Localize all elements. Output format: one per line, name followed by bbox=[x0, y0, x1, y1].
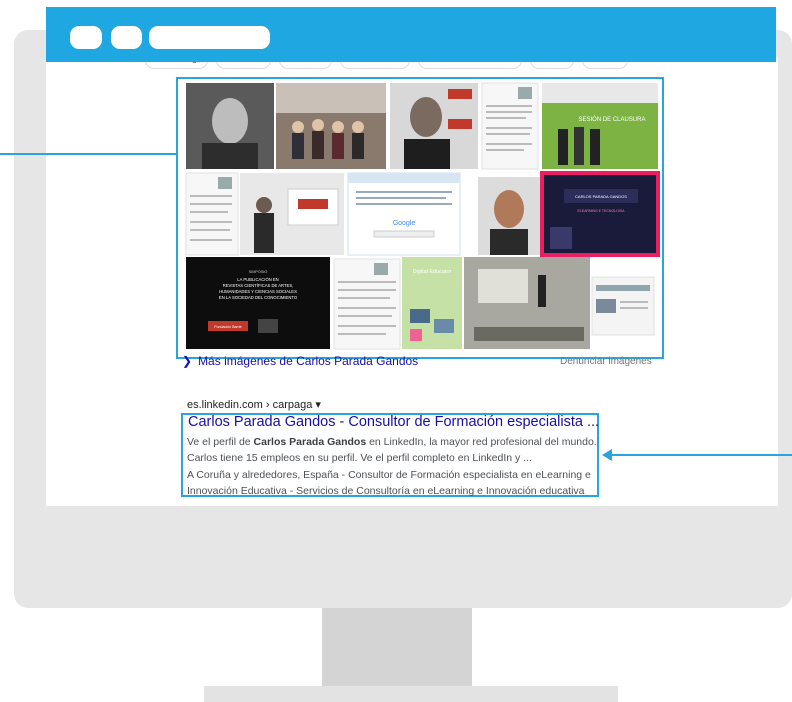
image-google-slide[interactable]: Google bbox=[347, 172, 461, 256]
symposium-brand: Fundación Barrié bbox=[214, 325, 241, 329]
image-portrait-bw[interactable] bbox=[186, 83, 274, 169]
image-document-thumb-3[interactable] bbox=[333, 258, 401, 350]
more-images-link[interactable]: ❯ Más imágenes de Carlos Parada Gandos bbox=[182, 354, 418, 368]
image-document-thumb[interactable] bbox=[481, 82, 539, 170]
browser-top-bar bbox=[46, 7, 776, 62]
monitor-stand-base bbox=[204, 686, 618, 702]
symposium-line: EN LA SOCIEDAD DEL CONOCIMIENTO bbox=[219, 295, 298, 300]
image-classroom-presentation[interactable] bbox=[464, 257, 590, 349]
chevron-right-icon: ❯ bbox=[182, 354, 193, 368]
symposium-line: HUMANIDADES Y CIENCIAS SOCIALES bbox=[219, 289, 297, 294]
report-images-link[interactable]: Denunciar imágenes bbox=[560, 356, 652, 367]
result-snippet-line: Carlos tiene 15 empleos en su perfil. Ve… bbox=[187, 452, 532, 464]
google-word: Google bbox=[393, 220, 416, 227]
result-snippet-line: Ve el perfil de Carlos Parada Gandos en … bbox=[187, 436, 597, 448]
symposium-line: REVISTAS CIENTÍFICAS DE ARTES, bbox=[223, 283, 294, 288]
image-conference-talk[interactable] bbox=[240, 173, 344, 255]
window-control-button[interactable] bbox=[111, 26, 142, 49]
more-images-label: Más imágenes de Carlos Parada Gandos bbox=[198, 354, 419, 368]
monitor-stand-neck bbox=[322, 608, 472, 688]
snippet-text: Ve el perfil de bbox=[187, 436, 254, 448]
image-document-thumb-2[interactable] bbox=[185, 172, 239, 256]
image-tedx-portrait[interactable] bbox=[390, 83, 478, 169]
event-title: CARLOS PARADA GANDOS bbox=[575, 194, 627, 199]
event-subtitle: ELEARNING E TECNOLOXÍA bbox=[577, 209, 625, 213]
callout-line-left bbox=[0, 153, 176, 155]
address-bar[interactable] bbox=[149, 26, 270, 49]
callout-arrowhead bbox=[602, 449, 612, 461]
closing-title: SESIÓN DE CLAUSURA bbox=[578, 116, 645, 123]
symposium-line: LA PUBLICACIÓN EN bbox=[237, 277, 278, 282]
image-results-grid-highlight: SESIÓN DE CLAUSURA Google CARLOS PARADA … bbox=[176, 77, 664, 359]
image-closing-session[interactable]: SESIÓN DE CLAUSURA bbox=[542, 83, 658, 169]
result-url[interactable]: es.linkedin.com › carpaga ▾ bbox=[187, 398, 321, 411]
digital-title: Digital Educator bbox=[413, 269, 452, 275]
symposium-line: SIMPOSIO bbox=[249, 270, 268, 274]
image-event-stage[interactable]: CARLOS PARADA GANDOS ELEARNING E TECNOLO… bbox=[540, 171, 660, 257]
image-digital-educator[interactable]: Digital Educator bbox=[402, 257, 462, 349]
snippet-text: en LinkedIn, la mayor red profesional de… bbox=[366, 436, 597, 448]
image-headshot[interactable] bbox=[478, 177, 540, 255]
callout-line-right bbox=[610, 454, 792, 456]
image-group-photo[interactable] bbox=[276, 83, 386, 169]
image-document-thumb-4[interactable] bbox=[591, 276, 655, 336]
result-title-link[interactable]: Carlos Parada Gandos - Consultor de Form… bbox=[188, 414, 599, 430]
result-snippet-line: Innovación Educativa - Servicios de Cons… bbox=[187, 485, 585, 497]
image-symposium-poster[interactable]: SIMPOSIO LA PUBLICACIÓN EN REVISTAS CIEN… bbox=[186, 257, 330, 349]
snippet-bold-text: Carlos Parada Gandos bbox=[253, 436, 367, 448]
window-control-button[interactable] bbox=[70, 26, 102, 49]
result-snippet-line: A Coruña y alrededores, España - Consult… bbox=[187, 469, 591, 481]
